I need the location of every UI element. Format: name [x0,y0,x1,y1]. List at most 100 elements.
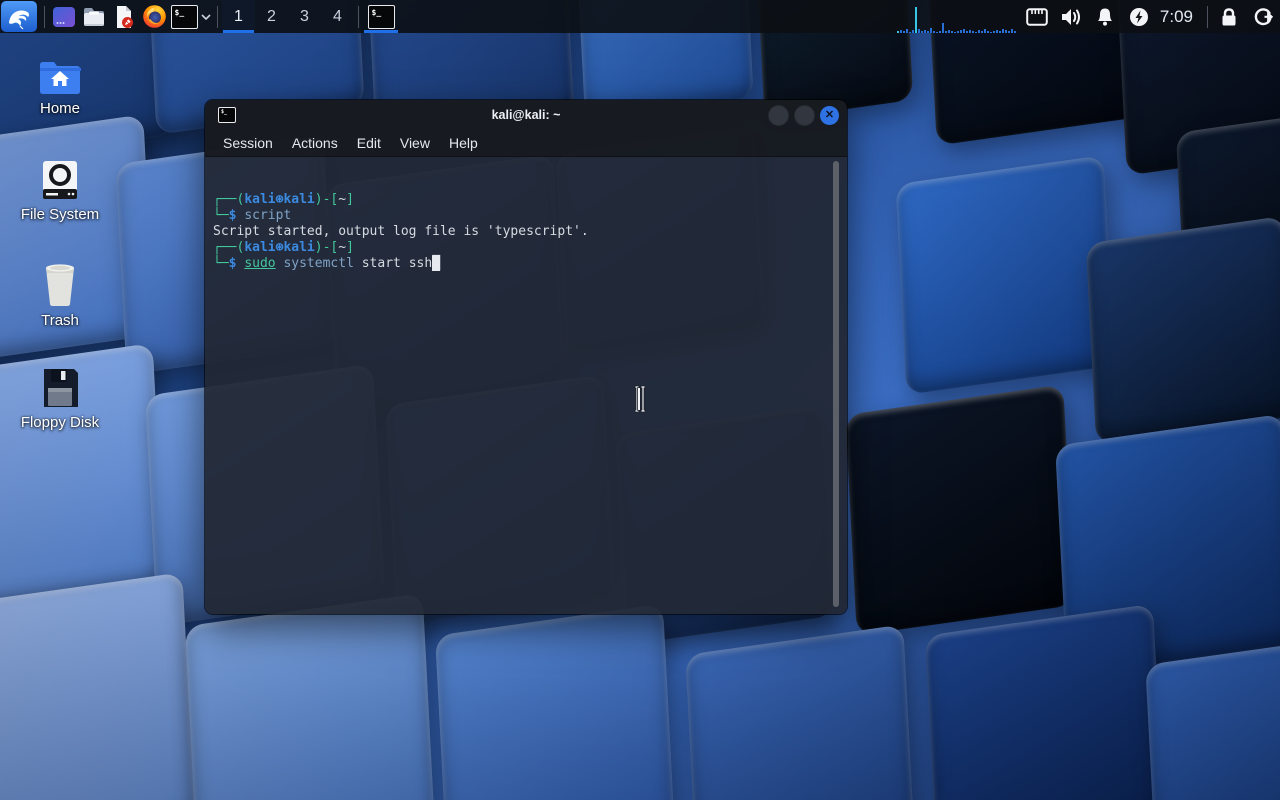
terminal-icon: $_ [368,5,395,29]
workspace-pager: 1 2 3 4 [222,0,354,33]
home-folder-icon [39,60,81,94]
workspace-4[interactable]: 4 [321,0,354,33]
terminal-content[interactable]: ┌──(kali⊛kali)-[~]└─$ scriptScript start… [205,157,847,614]
terminal-line: ┌──(kali⊛kali)-[~] [213,240,839,256]
terminal-icon: $_ [171,5,198,29]
wallpaper-cube [1055,414,1280,677]
wallpaper-cube [896,155,1115,395]
text-editor-icon [112,5,136,29]
notifications-tray-button[interactable] [1088,0,1122,33]
logout-button[interactable] [1246,0,1280,33]
launcher-terminal-emulator[interactable]: $_ [169,0,199,33]
menu-edit[interactable]: Edit [349,133,389,153]
cpu-bar [945,31,947,33]
cpu-bar [957,31,959,33]
wallpaper-cube [1145,634,1280,800]
desktop-icon-floppy[interactable]: Floppy Disk [8,368,112,431]
close-button[interactable]: ✕ [820,106,839,125]
power-manager-icon [1129,7,1149,27]
network-tray-button[interactable] [1020,0,1054,33]
wallpaper-cube [1176,107,1280,324]
cpu-bar [969,30,971,33]
window-title: kali@kali: ~ [205,108,847,122]
volume-icon [1060,7,1082,27]
menu-session[interactable]: Session [215,133,281,153]
wallpaper-cube [185,593,435,800]
desktop-icon-label: File System [21,206,99,223]
terminal-line: Script started, output log file is 'type… [213,224,839,240]
cpu-bar [921,31,923,33]
workspace-1[interactable]: 1 [222,0,255,33]
cpu-bar [999,31,1001,33]
wallpaper-cube [925,604,1165,800]
logout-icon [1253,7,1273,27]
cpu-bar [984,29,986,33]
panel-separator [1207,6,1208,28]
power-manager-tray-button[interactable] [1122,0,1156,33]
floppy-disk-icon [41,368,79,408]
cpu-bar [993,31,995,33]
desktop-icon-label: Trash [41,312,79,329]
cpu-bar [972,31,974,33]
cpu-bar [948,30,950,33]
cpu-bar [912,30,914,33]
terminal-dropdown-button[interactable] [199,0,213,33]
desktop-icon-home[interactable]: Home [8,60,112,117]
filesystem-drive-icon [42,160,78,200]
applications-menu-button[interactable] [1,1,37,32]
menu-view[interactable]: View [392,133,438,153]
task-button-terminal[interactable]: $_ [363,0,399,33]
desktop-icon-filesystem[interactable]: File System [8,160,112,223]
launcher-file-manager[interactable] [79,0,109,33]
terminal-scrollbar[interactable] [833,161,839,607]
cpu-bar [927,31,929,33]
cpu-bar [1014,31,1016,33]
workspace-2[interactable]: 2 [255,0,288,33]
workspace-3[interactable]: 3 [288,0,321,33]
cpu-bar [1005,30,1007,33]
cpu-bar [1011,29,1013,33]
file-manager-icon [82,5,106,29]
desktop-icon-trash[interactable]: Trash [8,262,112,329]
cpu-bar [1002,29,1004,33]
cpu-bar [903,31,905,33]
cpu-bar [960,30,962,33]
launcher-text-editor[interactable] [109,0,139,33]
menu-help[interactable]: Help [441,133,486,153]
volume-tray-button[interactable] [1054,0,1088,33]
cpu-bar [924,30,926,33]
launcher-app-finder[interactable] [49,0,79,33]
firefox-icon [142,4,167,29]
menu-actions[interactable]: Actions [284,133,346,153]
appfinder-icon [52,5,76,29]
wallpaper-cube [845,384,1074,635]
wallpaper-cube [1086,216,1280,444]
window-titlebar[interactable]: $_ kali@kali: ~ ✕ [205,100,847,130]
cpu-bar [978,30,980,33]
cpu-bar [936,32,938,33]
minimize-button[interactable] [768,105,789,126]
maximize-button[interactable] [794,105,815,126]
terminal-window: $_ kali@kali: ~ ✕ Session Actions Edit V… [205,100,847,614]
cpu-bar [990,32,992,33]
cpu-bar [1008,31,1010,33]
desktop-icon-label: Home [40,100,80,117]
cpu-bar [939,31,941,33]
lock-screen-button[interactable] [1212,0,1246,33]
launcher-web-browser[interactable] [139,0,169,33]
cpu-bar [996,30,998,33]
cpu-graph-widget[interactable] [897,0,1023,33]
cpu-bar [981,31,983,33]
cpu-bar [906,29,908,33]
wallpaper-cube [685,624,914,800]
cpu-bar [918,29,920,33]
cpu-bar [954,32,956,33]
trash-icon [41,262,79,306]
system-tray: 7:09 [1020,0,1280,33]
cpu-bar [930,28,932,33]
cpu-bar [897,31,899,33]
cpu-bar [987,31,989,33]
cpu-bar [966,31,968,33]
terminal-icon: $_ [218,107,236,123]
clock[interactable]: 7:09 [1156,7,1203,27]
